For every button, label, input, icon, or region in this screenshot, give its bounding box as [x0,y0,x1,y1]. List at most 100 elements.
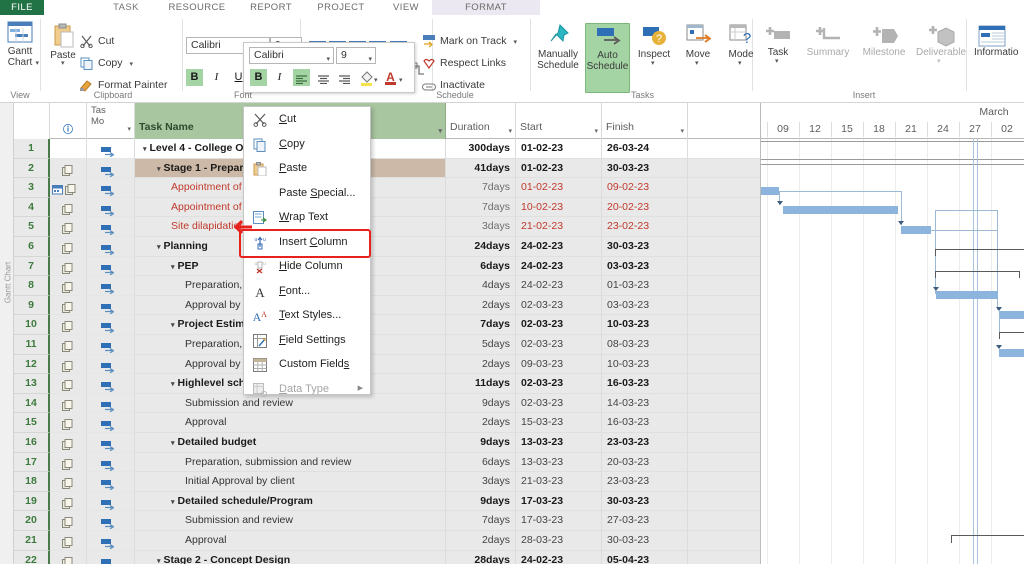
row-indicators-cell[interactable] [50,237,87,257]
row-number[interactable]: 8 [14,276,50,296]
gantt-chart-view-button[interactable]: Gantt Chart ▾ [0,21,40,68]
calendar-indicator-icon[interactable] [52,182,63,195]
row-finish-cell[interactable]: 16-03-23 [602,374,688,394]
row-start-cell[interactable]: 02-03-23 [516,335,602,355]
table-row[interactable]: 4 Appointment of Arc 7days 10-02-23 20-02-23 [14,197,760,218]
row-start-cell[interactable]: 21-03-23 [516,472,602,492]
row-task-mode-cell[interactable] [87,472,135,492]
row-indicators-cell[interactable] [50,550,87,564]
tab-project[interactable]: PROJECT [308,0,374,15]
gantt-bar[interactable] [999,349,1024,357]
insert-deliverable-button[interactable]: Deliverable ▾ [912,23,970,65]
row-finish-cell[interactable]: 01-03-23 [602,276,688,296]
row-indicators-cell[interactable] [50,452,87,473]
row-task-mode-cell[interactable] [87,139,135,159]
row-duration-cell[interactable]: 2days [446,354,516,375]
row-indicators-cell[interactable] [50,295,87,316]
row-finish-cell[interactable]: 08-03-23 [602,335,688,355]
row-task-mode-cell[interactable] [87,178,135,198]
notes-indicator-icon[interactable] [62,515,73,529]
row-task-mode-cell[interactable] [87,197,135,218]
menu-item-custom-fields[interactable]: Custom Fields [244,352,370,377]
notes-indicator-icon[interactable] [62,417,73,431]
row-task-name-cell[interactable]: Approval [135,413,446,433]
table-row[interactable]: 9 Approval by Cli 2days 02-03-23 03-03-23 [14,295,760,316]
menu-item-field-settings[interactable]: Field Settings [244,328,370,353]
row-task-mode-cell[interactable] [87,276,135,296]
tab-task[interactable]: TASK [96,0,156,15]
copy-button[interactable]: Copy ▾ [80,55,133,71]
table-row[interactable]: 5 Site dilapidation 3days 21-02-23 23-02-23 [14,217,760,237]
chevron-down-icon[interactable]: ▾ [374,76,378,84]
insert-milestone-button[interactable]: Milestone [856,23,912,58]
chevron-down-icon[interactable]: ▾ [513,39,517,46]
row-task-mode-cell[interactable] [87,491,135,512]
notes-indicator-icon[interactable] [62,300,73,313]
row-duration-cell[interactable]: 3days [446,217,516,237]
row-number[interactable]: 12 [14,354,50,375]
tab-report[interactable]: REPORT [240,0,302,15]
manually-schedule-button[interactable]: Manually Schedule [533,23,583,71]
menu-item-copy[interactable]: Copy [244,132,370,157]
mini-align-left-button[interactable] [293,69,310,86]
row-duration-cell[interactable]: 5days [446,335,516,355]
chevron-down-icon[interactable]: ▾ [594,127,598,135]
row-number[interactable]: 6 [14,237,50,257]
notes-indicator-icon[interactable] [62,555,73,564]
row-indicators-cell[interactable] [50,139,87,159]
table-row[interactable]: 15 Approval 2days 15-03-23 16-03-23 [14,413,760,433]
row-task-mode-cell[interactable] [87,217,135,237]
row-task-mode-cell[interactable] [87,550,135,564]
column-header-start[interactable]: Start ▾ [516,103,602,139]
row-task-name-cell[interactable]: ▾ Detailed schedule/Program [135,491,446,512]
row-number[interactable]: 2 [14,158,50,179]
collapse-triangle-icon[interactable]: ▾ [171,322,175,329]
chevron-down-icon[interactable]: ▾ [326,52,330,67]
row-number[interactable]: 22 [14,550,50,564]
menu-item-wrap-text[interactable]: Wrap Text [244,205,370,230]
row-indicators-cell[interactable] [50,335,87,355]
chevron-down-icon[interactable]: ▾ [127,124,131,135]
row-task-name-cell[interactable]: ▾ Stage 2 - Concept Design [135,550,446,564]
row-duration-cell[interactable]: 6days [446,256,516,277]
row-indicators-cell[interactable] [50,531,87,551]
row-indicators-cell[interactable] [50,413,87,433]
row-indicators-cell[interactable] [50,276,87,296]
gantt-bar[interactable] [901,226,931,234]
table-row[interactable]: 18 Initial Approval by client 3days 21-03-2… [14,472,760,492]
column-header-indicators[interactable]: ⓘ [50,103,87,139]
table-row[interactable]: 2 ▾ Stage 1 - Preparation 41days 01-02-23 30-… [14,158,760,179]
chevron-down-icon[interactable]: ▾ [508,127,512,135]
row-indicators-cell[interactable] [50,315,87,335]
collapse-triangle-icon[interactable]: ▾ [171,440,175,447]
notes-indicator-icon[interactable] [62,535,73,548]
gantt-body[interactable] [761,139,1024,564]
notes-indicator-icon[interactable] [62,378,73,392]
row-duration-cell[interactable]: 300days [446,139,516,159]
menu-item-cut[interactable]: Cut [244,107,370,132]
auto-schedule-button[interactable]: Auto Schedule [585,23,630,93]
row-number[interactable]: 20 [14,511,50,531]
row-duration-cell[interactable]: 9days [446,393,516,414]
row-finish-cell[interactable]: 27-03-23 [602,511,688,531]
row-task-name-cell[interactable]: Approval [135,531,446,551]
row-task-mode-cell[interactable] [87,335,135,355]
collapse-triangle-icon[interactable]: ▾ [171,381,175,388]
menu-item-paste[interactable]: Paste [244,156,370,181]
row-finish-cell[interactable]: 20-03-23 [602,452,688,473]
gantt-bar[interactable] [761,187,779,195]
row-indicators-cell[interactable] [50,217,87,237]
row-indicators-cell[interactable] [50,178,87,198]
row-duration-cell[interactable]: 28days [446,550,516,564]
row-start-cell[interactable]: 15-03-23 [516,413,602,433]
move-button[interactable]: Move ▾ [677,23,719,67]
row-finish-cell[interactable]: 10-03-23 [602,354,688,375]
gantt-bar[interactable] [783,206,898,214]
chevron-down-icon[interactable]: ▾ [738,59,742,67]
row-task-mode-cell[interactable] [87,256,135,277]
notes-indicator-icon[interactable] [62,398,73,411]
row-finish-cell[interactable]: 30-03-23 [602,531,688,551]
row-duration-cell[interactable]: 7days [446,178,516,198]
row-duration-cell[interactable]: 41days [446,158,516,179]
paste-button[interactable]: Paste ▾ [44,23,82,67]
